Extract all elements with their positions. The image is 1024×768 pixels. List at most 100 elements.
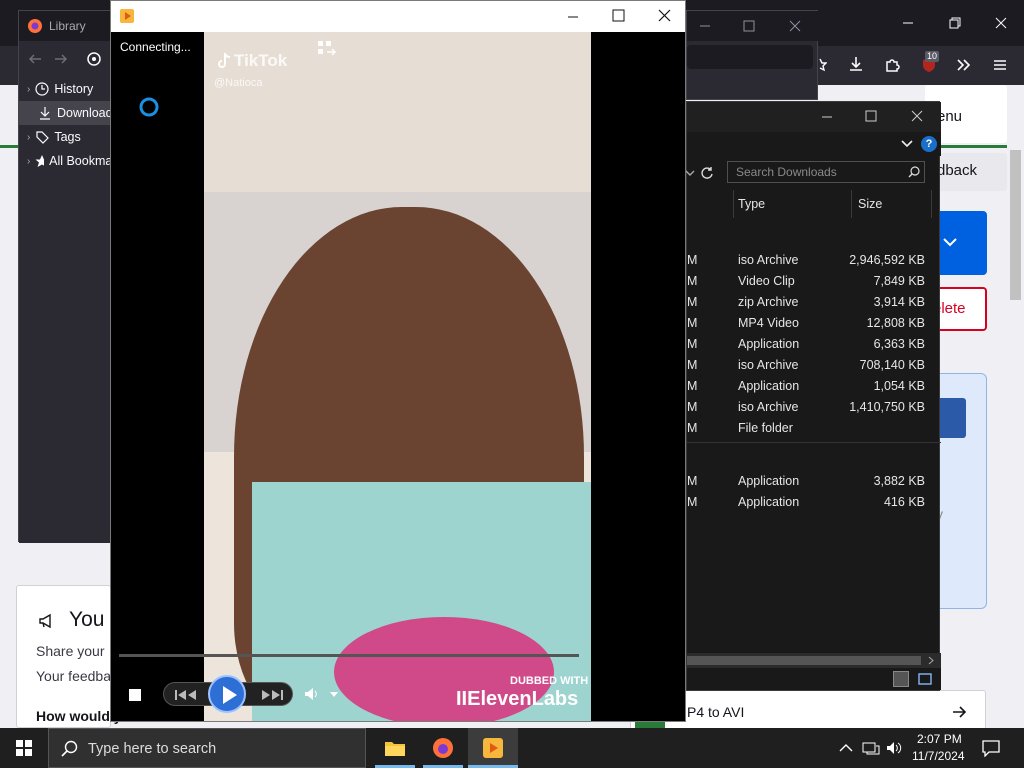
forward-arrow-icon[interactable] xyxy=(53,51,69,67)
close-icon[interactable] xyxy=(911,110,923,122)
taskbar-file-explorer[interactable] xyxy=(372,728,418,768)
dubbed-caption: DUBBED WITH xyxy=(510,675,589,687)
network-icon[interactable] xyxy=(862,740,880,756)
file-date-cell: M xyxy=(687,358,698,372)
video-frame[interactable]: TikTok @Natioca DUBBED WITH IIElevenLabs xyxy=(204,32,591,721)
file-row[interactable]: M Application 416 KB xyxy=(687,492,941,513)
megaphone-icon xyxy=(39,613,51,629)
taskbar-search-placeholder: Type here to search xyxy=(88,741,217,757)
file-date-cell: M xyxy=(687,421,698,435)
file-row[interactable]: M Application 6,363 KB xyxy=(687,334,941,355)
large-icons-view-icon[interactable] xyxy=(917,671,933,687)
taskbar-search-box[interactable]: Type here to search xyxy=(48,728,366,768)
scroll-right-icon[interactable] xyxy=(927,656,935,665)
column-header-type[interactable]: Type xyxy=(738,197,765,211)
volume-dropdown-icon[interactable] xyxy=(330,692,338,698)
tree-item-label: Tags xyxy=(54,130,81,144)
file-size-cell: 2,946,592 KB xyxy=(849,253,925,267)
next-icon[interactable] xyxy=(260,689,284,701)
show-hidden-icons-chevron-icon[interactable] xyxy=(839,742,853,754)
organize-gear-icon[interactable] xyxy=(85,50,103,68)
minimize-icon[interactable] xyxy=(821,111,833,123)
play-button[interactable] xyxy=(208,675,246,713)
file-row[interactable]: Miso Archive 2,946,592 KB xyxy=(687,250,941,271)
windows-logo-icon xyxy=(16,740,32,756)
file-date-cell: M xyxy=(687,253,698,267)
file-row[interactable]: Miso Archive 1,410,750 KB xyxy=(687,397,941,418)
notification-center-icon[interactable] xyxy=(981,739,1001,757)
page-scrollbar-thumb[interactable] xyxy=(1010,150,1021,300)
background-window-titlebar xyxy=(687,11,819,41)
address-dropdown-icon[interactable] xyxy=(685,168,695,178)
scrollbar-thumb[interactable] xyxy=(687,656,921,665)
media-player-titlebar xyxy=(111,1,685,32)
file-date-cell: M xyxy=(687,474,698,488)
file-row[interactable]: M Application 1,054 KB xyxy=(687,376,941,397)
file-row[interactable]: M Application 3,882 KB xyxy=(687,471,941,492)
downloads-icon[interactable] xyxy=(846,54,866,74)
file-row[interactable]: M Video Clip 7,849 KB xyxy=(687,271,941,292)
back-arrow-icon[interactable] xyxy=(27,51,43,67)
seek-bar[interactable] xyxy=(119,654,579,657)
explorer-status-bar xyxy=(687,668,941,690)
page-scrollbar[interactable] xyxy=(1007,130,1024,730)
maximize-icon[interactable] xyxy=(612,9,625,22)
feedback-section-card: You Share your Your feedba How would you… xyxy=(16,585,148,728)
maximize-icon[interactable] xyxy=(865,110,877,122)
file-explorer-window: ? Search Downloads Type Size Miso Archiv… xyxy=(685,101,941,691)
explorer-horizontal-scrollbar[interactable] xyxy=(687,653,941,668)
feedback-section-title: You xyxy=(69,608,105,631)
search-downloads-input[interactable]: Search Downloads xyxy=(727,161,925,183)
close-icon[interactable] xyxy=(789,20,801,32)
file-date-cell: M xyxy=(687,316,698,330)
file-row[interactable]: Miso Archive 708,140 KB xyxy=(687,355,941,376)
file-type-cell: MP4 Video xyxy=(738,316,799,330)
extensions-icon[interactable] xyxy=(883,54,903,74)
details-view-icon[interactable] xyxy=(893,671,909,687)
ribbon-expand-chevron-icon[interactable] xyxy=(901,139,913,149)
library-title: Library xyxy=(49,19,86,33)
firefox-logo-icon xyxy=(433,738,453,758)
close-icon[interactable] xyxy=(658,9,671,22)
help-icon[interactable]: ? xyxy=(921,136,937,152)
clock-time: 2:07 PM xyxy=(917,732,962,746)
chevron-down-icon xyxy=(943,238,957,247)
minimize-button[interactable] xyxy=(885,0,931,46)
start-button[interactable] xyxy=(0,728,48,768)
file-size-cell: 3,914 KB xyxy=(873,295,925,309)
file-row[interactable]: Mzip Archive 3,914 KB xyxy=(687,292,941,313)
close-button[interactable] xyxy=(978,0,1024,46)
file-size-cell: 1,410,750 KB xyxy=(849,400,925,414)
refresh-icon[interactable] xyxy=(699,165,715,181)
file-row[interactable]: M MP4 Video 12,808 KB xyxy=(687,313,941,334)
file-type-cell: iso Archive xyxy=(738,253,799,267)
file-size-cell: 1,054 KB xyxy=(873,379,925,393)
overflow-chevron-icon[interactable] xyxy=(954,56,972,74)
minimize-icon[interactable] xyxy=(567,11,579,23)
taskbar: Type here to search 2:07 PM 11/7/2024 xyxy=(0,728,1024,768)
search-placeholder: Search Downloads xyxy=(736,165,837,179)
menu-hamburger-icon[interactable] xyxy=(991,56,1009,74)
search-icon xyxy=(908,166,920,178)
switch-to-library-icon[interactable] xyxy=(317,40,337,56)
maximize-icon[interactable] xyxy=(743,20,755,32)
arrow-right-icon xyxy=(953,706,967,718)
volume-icon[interactable] xyxy=(886,740,904,756)
ublock-extension-icon[interactable]: 10 xyxy=(918,51,940,76)
file-type-cell: Application xyxy=(738,474,800,488)
previous-icon[interactable] xyxy=(174,689,198,701)
stop-button[interactable] xyxy=(129,689,141,701)
file-date-cell: M xyxy=(687,400,698,414)
background-window-urlbar[interactable] xyxy=(687,45,813,69)
restore-button[interactable] xyxy=(932,0,978,46)
taskbar-clock[interactable]: 2:07 PM 11/7/2024 xyxy=(906,728,976,768)
tiktok-logo-icon xyxy=(218,52,231,68)
taskbar-media-player[interactable] xyxy=(468,728,518,768)
minimize-icon[interactable] xyxy=(699,20,711,32)
taskbar-firefox[interactable] xyxy=(420,728,466,768)
file-row[interactable]: M File folder xyxy=(687,418,941,439)
file-size-cell: 708,140 KB xyxy=(859,358,925,372)
file-size-cell: 416 KB xyxy=(883,495,925,509)
volume-icon[interactable] xyxy=(304,687,320,701)
column-header-size[interactable]: Size xyxy=(858,197,882,211)
